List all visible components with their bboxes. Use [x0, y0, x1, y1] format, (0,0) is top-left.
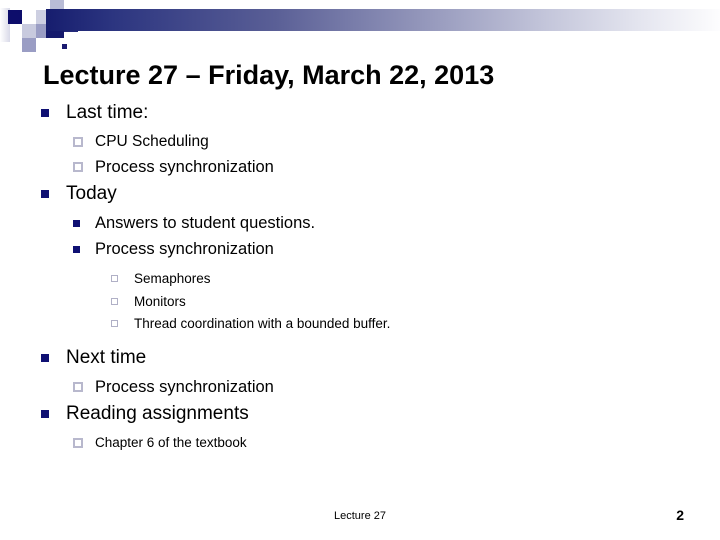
solid-square-bullet-icon — [73, 246, 80, 253]
hollow-square-bullet-icon — [111, 320, 118, 327]
outline-item-label: Today — [66, 183, 117, 204]
outline-item-next-time[interactable]: Next time — [41, 345, 720, 371]
outline-item-label: Next time — [66, 346, 147, 368]
solid-square-bullet-icon — [41, 409, 49, 418]
page-title: Lecture 27 – Friday, March 22, 2013 — [43, 60, 495, 91]
header-decoration — [0, 0, 720, 52]
solid-square-bullet-icon — [41, 353, 49, 362]
outline-item-label: Semaphores — [134, 271, 211, 286]
outline-item-cpu-scheduling[interactable]: CPU Scheduling — [73, 131, 720, 153]
outline-item-today[interactable]: Today — [41, 181, 720, 207]
solid-square-bullet-icon — [41, 190, 49, 198]
outline-item-thread-coordination[interactable]: Thread coordination with a bounded buffe… — [111, 313, 720, 336]
outline-item-last-time[interactable]: Last time: — [41, 100, 720, 126]
hollow-square-bullet-icon — [73, 137, 83, 147]
outline-item-label: Chapter 6 of the textbook — [95, 434, 247, 450]
outline-item-answers-questions[interactable]: Answers to student questions. — [73, 212, 720, 235]
deco-square-light-1 — [22, 24, 36, 38]
deco-square-mid-2 — [22, 38, 36, 52]
slide-outline: Last time: CPU Scheduling Process synchr… — [0, 100, 720, 454]
hollow-square-bullet-icon — [111, 297, 118, 305]
outline-item-label: Thread coordination with a bounded buffe… — [134, 316, 391, 331]
slide-canvas: Lecture 27 – Friday, March 22, 2013 Last… — [0, 0, 720, 540]
solid-square-bullet-icon — [73, 220, 80, 227]
outline-item-reading-assignments[interactable]: Reading assignments — [41, 401, 720, 427]
outline-item-chapter-6[interactable]: Chapter 6 of the textbook — [73, 432, 720, 454]
hollow-square-bullet-icon — [73, 381, 83, 392]
hollow-square-bullet-icon — [73, 162, 83, 172]
outline-item-process-sync-today[interactable]: Process synchronization — [73, 238, 720, 261]
outline-item-label: Process synchronization — [95, 240, 274, 258]
outline-item-label: Last time: — [66, 102, 149, 123]
header-gradient-bar — [46, 9, 720, 31]
outline-item-label: Monitors — [134, 293, 186, 309]
footer-center-text: Lecture 27 — [334, 510, 386, 522]
outline-item-label: Reading assignments — [66, 402, 249, 424]
footer-page-number: 2 — [676, 507, 684, 523]
outline-item-label: CPU Scheduling — [95, 133, 209, 150]
hollow-square-bullet-icon — [111, 275, 118, 282]
outline-item-semaphores[interactable]: Semaphores — [111, 268, 720, 291]
outline-item-monitors[interactable]: Monitors — [111, 291, 720, 314]
outline-item-process-sync-next[interactable]: Process synchronization — [73, 376, 720, 398]
outline-item-process-sync-last[interactable]: Process synchronization — [73, 156, 720, 178]
deco-square-light-3 — [50, 0, 64, 9]
outline-item-label: Process synchronization — [95, 377, 274, 396]
hollow-square-bullet-icon — [73, 437, 83, 448]
outline-item-label: Answers to student questions. — [95, 214, 316, 232]
deco-square-navy-1 — [8, 10, 22, 24]
solid-square-bullet-icon — [41, 109, 49, 117]
deco-square-tiny — [62, 44, 67, 49]
outline-item-label: Process synchronization — [95, 158, 274, 176]
